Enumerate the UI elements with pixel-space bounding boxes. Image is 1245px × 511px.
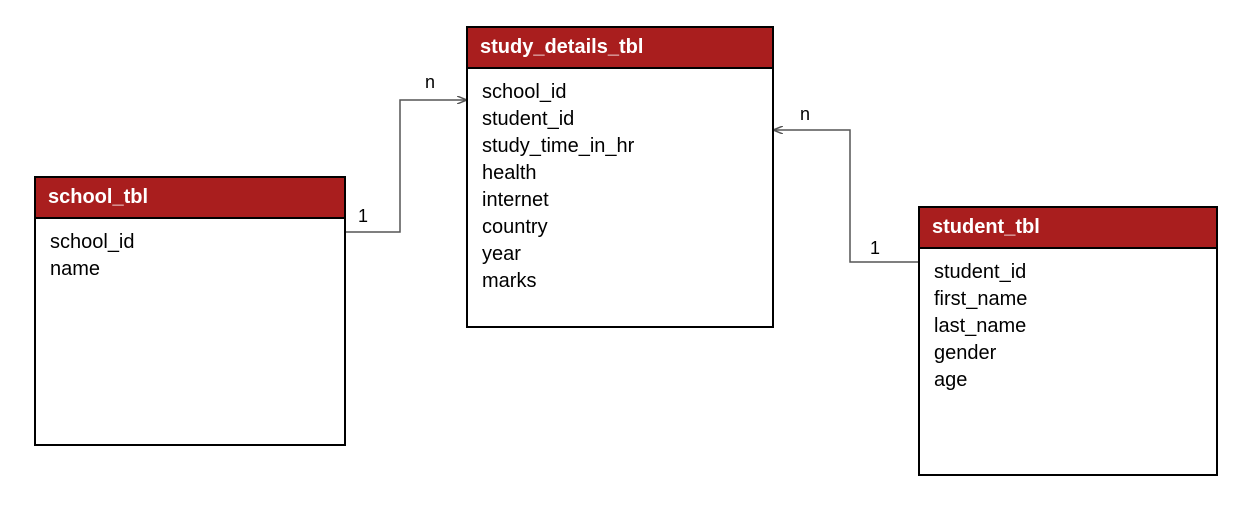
card-study-side-right: n	[800, 104, 810, 125]
field-student-last-name: last_name	[934, 313, 1202, 340]
field-sd-health: health	[482, 160, 758, 187]
er-diagram-canvas: school_tbl school_id name study_details_…	[0, 0, 1245, 511]
entity-school-tbl-title: school_tbl	[36, 178, 344, 219]
card-study-side-left: n	[425, 72, 435, 93]
field-sd-year: year	[482, 241, 758, 268]
field-student-gender: gender	[934, 340, 1202, 367]
entity-study-details-tbl-title: study_details_tbl	[468, 28, 772, 69]
field-sd-school-id: school_id	[482, 79, 758, 106]
field-sd-country: country	[482, 214, 758, 241]
card-student-side: 1	[870, 238, 880, 259]
entity-student-tbl-body: student_id first_name last_name gender a…	[920, 249, 1216, 474]
entity-school-tbl: school_tbl school_id name	[34, 176, 346, 446]
field-sd-marks: marks	[482, 268, 758, 295]
field-student-age: age	[934, 367, 1202, 394]
field-student-first-name: first_name	[934, 286, 1202, 313]
card-school-side: 1	[358, 206, 368, 227]
connector-student-to-study	[774, 130, 918, 262]
entity-study-details-tbl-body: school_id student_id study_time_in_hr he…	[468, 69, 772, 326]
field-sd-study-time: study_time_in_hr	[482, 133, 758, 160]
entity-student-tbl-title: student_tbl	[920, 208, 1216, 249]
field-student-id: student_id	[934, 259, 1202, 286]
entity-school-tbl-body: school_id name	[36, 219, 344, 444]
field-sd-internet: internet	[482, 187, 758, 214]
entity-study-details-tbl: study_details_tbl school_id student_id s…	[466, 26, 774, 328]
field-school-id: school_id	[50, 229, 330, 256]
field-school-name: name	[50, 256, 330, 283]
field-sd-student-id: student_id	[482, 106, 758, 133]
entity-student-tbl: student_tbl student_id first_name last_n…	[918, 206, 1218, 476]
